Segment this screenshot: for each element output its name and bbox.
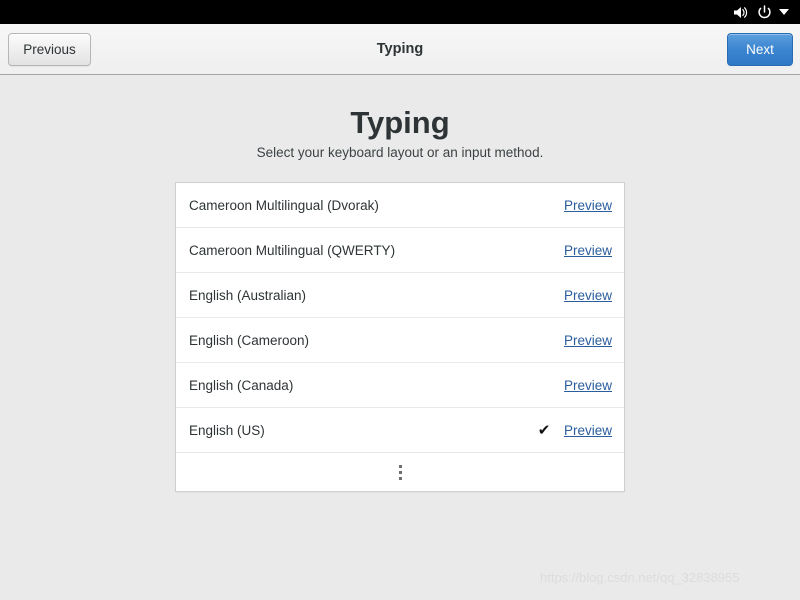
list-item[interactable]: Cameroon Multilingual (QWERTY) Preview xyxy=(176,228,624,273)
system-status-bar xyxy=(0,0,800,24)
preview-link[interactable]: Preview xyxy=(564,198,612,213)
layout-name: Cameroon Multilingual (QWERTY) xyxy=(189,242,396,258)
preview-link[interactable]: Preview xyxy=(564,333,612,348)
page-title: Typing xyxy=(376,41,424,57)
power-icon[interactable] xyxy=(752,0,776,24)
layout-name: English (US) xyxy=(189,422,265,438)
previous-button[interactable]: Previous xyxy=(8,33,91,66)
list-item[interactable]: English (Australian) Preview xyxy=(176,273,624,318)
content-heading: Typing xyxy=(350,105,450,140)
layout-name: English (Australian) xyxy=(189,287,307,303)
layout-name: English (Canada) xyxy=(189,377,294,393)
more-vertical-icon xyxy=(398,464,402,480)
list-item[interactable]: English (Canada) Preview xyxy=(176,363,624,408)
next-button[interactable]: Next xyxy=(727,33,793,66)
chevron-down-icon[interactable] xyxy=(776,0,792,24)
list-item[interactable]: English (Cameroon) Preview xyxy=(176,318,624,363)
selected-check-icon: ✔ xyxy=(537,421,551,439)
list-item-selected[interactable]: English (US) ✔ Preview xyxy=(176,408,624,453)
preview-link[interactable]: Preview xyxy=(564,423,612,438)
wizard-header-bar: Typing xyxy=(0,24,800,75)
layout-name: English (Cameroon) xyxy=(189,332,310,348)
preview-link[interactable]: Preview xyxy=(564,243,612,258)
layout-name: Cameroon Multilingual (Dvorak) xyxy=(189,197,379,213)
preview-link[interactable]: Preview xyxy=(564,288,612,303)
show-more-button[interactable] xyxy=(176,453,624,491)
preview-link[interactable]: Preview xyxy=(564,378,612,393)
list-item[interactable]: Cameroon Multilingual (Dvorak) Preview xyxy=(176,183,624,228)
main-content: Typing Select your keyboard layout or an… xyxy=(0,75,800,600)
watermark-text: https://blog.csdn.net/qq_32838955 xyxy=(540,570,740,585)
keyboard-layout-list[interactable]: Cameroon Multilingual (Dvorak) Preview C… xyxy=(175,182,625,492)
content-subtitle: Select your keyboard layout or an input … xyxy=(256,145,544,160)
volume-icon[interactable] xyxy=(728,0,752,24)
